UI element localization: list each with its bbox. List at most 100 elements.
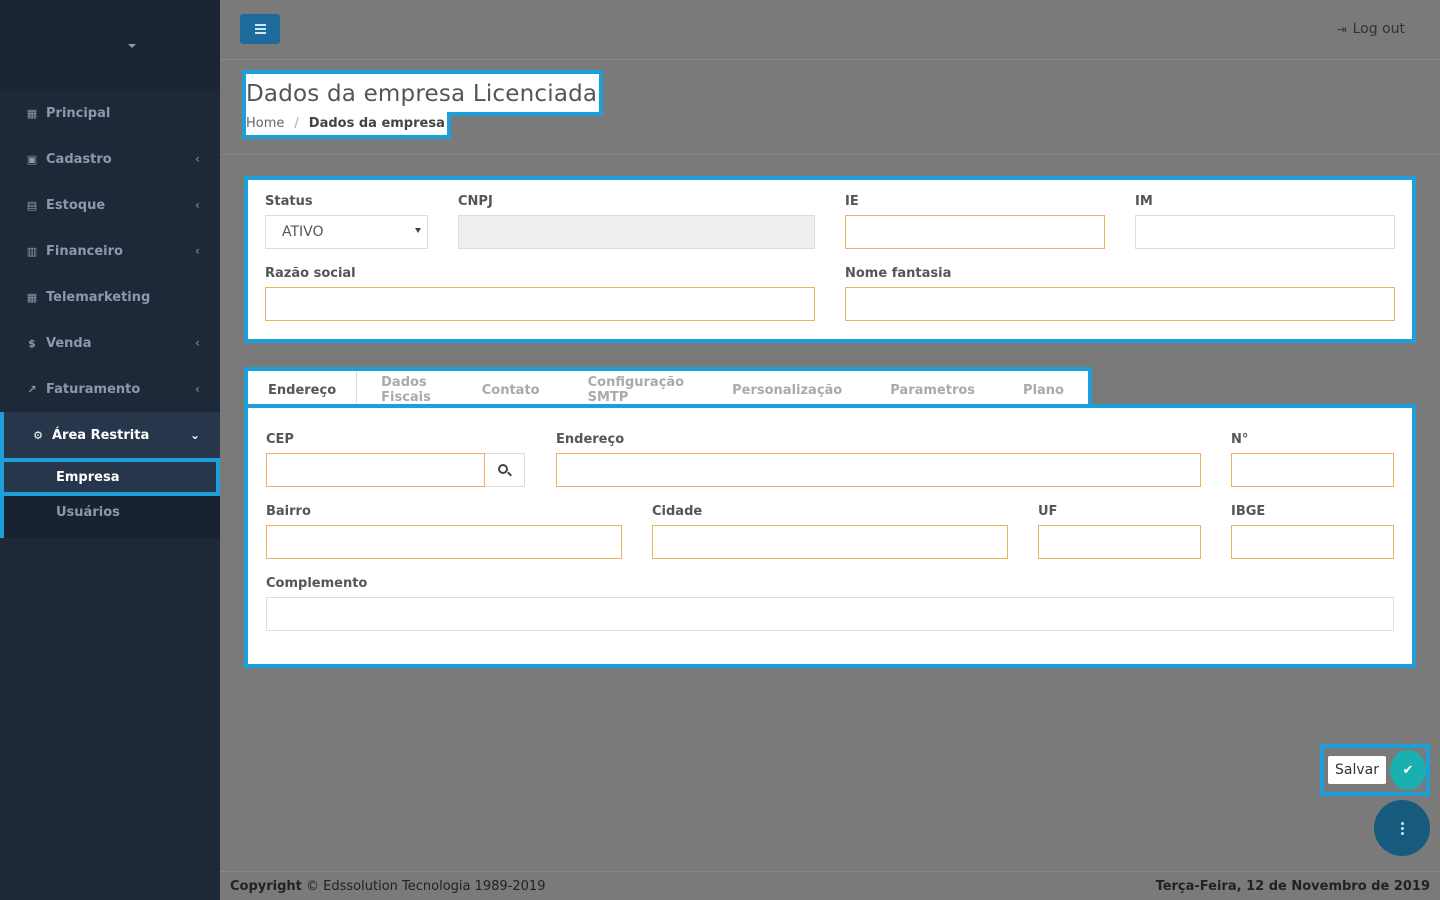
sidebar-item-label: Financeiro (46, 243, 123, 259)
sidebar-subitem-usuarios[interactable]: Usuários (4, 496, 220, 528)
sidebar-item-label: Área Restrita (52, 427, 150, 443)
ellipsis-vertical-icon (1400, 821, 1404, 825)
bank-icon: ▥ (26, 244, 38, 258)
main-content: ⇥ Log out Dados da empresa Licenciada Ho… (220, 0, 1440, 900)
breadcrumb-home[interactable]: Home (246, 116, 284, 131)
sidebar: ▦ Principal ▣ Cadastro ‹ ▤ Estoque ‹ ▥ F… (0, 0, 220, 900)
breadcrumb: Home / Dados da empresa (242, 112, 451, 139)
calendar-icon: ▦ (26, 290, 38, 304)
sidebar-item-faturamento[interactable]: ↗ Faturamento ‹ (0, 366, 220, 412)
caret-down-icon[interactable] (128, 44, 136, 48)
dollar-icon: $ (28, 336, 36, 350)
dropdown-arrow-icon (415, 228, 421, 233)
status-label: Status (265, 194, 313, 209)
chart-line-icon: ↗ (27, 382, 37, 396)
cnpj-field: CNPJ (458, 194, 815, 249)
save-button[interactable]: ✔ (1389, 750, 1426, 790)
uf-field: UF (1038, 504, 1201, 559)
bairro-input[interactable] (266, 525, 622, 559)
breadcrumb-separator: / (294, 116, 299, 131)
logout-link[interactable]: ⇥ Log out (1337, 21, 1405, 37)
chevron-left-icon: ‹ (195, 336, 200, 350)
sidebar-item-label: Estoque (46, 197, 106, 213)
status-field: Status ATIVO (265, 194, 428, 249)
uf-label: UF (1038, 504, 1058, 519)
page-title: Dados da empresa Licenciada (246, 81, 598, 107)
sidebar-item-estoque[interactable]: ▤ Estoque ‹ (0, 182, 220, 228)
numero-label: N° (1231, 432, 1249, 447)
sidebar-user-area[interactable] (0, 0, 220, 90)
status-value: ATIVO (282, 224, 324, 240)
save-label[interactable]: Salvar (1328, 756, 1386, 784)
complemento-label: Complemento (266, 576, 368, 591)
nome-fantasia-label: Nome fantasia (845, 266, 952, 281)
ie-input[interactable] (845, 215, 1105, 249)
sidebar-item-area-restrita[interactable]: ⚙ Área Restrita ⌄ (0, 412, 220, 458)
chevron-left-icon: ‹ (195, 152, 200, 166)
cep-label: CEP (266, 432, 294, 447)
cidade-label: Cidade (652, 504, 703, 519)
copyright: Copyright © Edssolution Tecnologia 1989-… (230, 879, 545, 894)
sidebar-item-label: Venda (46, 335, 92, 351)
cep-search-button[interactable] (485, 453, 525, 487)
chevron-left-icon: ‹ (195, 382, 200, 396)
sidebar-item-cadastro[interactable]: ▣ Cadastro ‹ (0, 136, 220, 182)
endereco-field: Endereço (556, 432, 1201, 487)
address-form-panel: CEP Endereço N° Bairro Cidade UF IBGE Co… (244, 404, 1416, 668)
cep-field: CEP (266, 432, 525, 487)
numero-field: N° (1231, 432, 1394, 487)
sidebar-nav: ▦ Principal ▣ Cadastro ‹ ▤ Estoque ‹ ▥ F… (0, 90, 220, 458)
cep-input[interactable] (266, 453, 485, 487)
ibge-label: IBGE (1231, 504, 1266, 519)
sidebar-item-telemarketing[interactable]: ▦ Telemarketing (0, 274, 220, 320)
box-icon: ▤ (26, 198, 38, 212)
uf-input[interactable] (1038, 525, 1201, 559)
endereco-input[interactable] (556, 453, 1201, 487)
menu-toggle-button[interactable] (240, 14, 280, 44)
chevron-down-icon: ⌄ (189, 428, 200, 442)
ibge-field: IBGE (1231, 504, 1394, 559)
nome-fantasia-field: Nome fantasia (845, 266, 1395, 321)
breadcrumb-current: Dados da empresa (308, 116, 445, 131)
im-field: IM (1135, 194, 1395, 249)
sidebar-submenu: Empresa Usuários (0, 458, 220, 538)
cnpj-label: CNPJ (458, 194, 493, 209)
footer-date: Terça-Feira, 12 de Novembro de 2019 (1155, 878, 1430, 894)
footer: Copyright © Edssolution Tecnologia 1989-… (220, 871, 1440, 900)
cep-input-group (266, 453, 525, 487)
sidebar-item-principal[interactable]: ▦ Principal (0, 90, 220, 136)
ie-label: IE (845, 194, 859, 209)
im-input[interactable] (1135, 215, 1395, 249)
razao-social-label: Razão social (265, 266, 356, 281)
sidebar-subitem-empresa[interactable]: Empresa (0, 458, 220, 496)
sidebar-item-label: Telemarketing (46, 289, 151, 305)
sidebar-item-label: Faturamento (46, 381, 141, 397)
ibge-input[interactable] (1231, 525, 1394, 559)
ie-field: IE (845, 194, 1105, 249)
grid-icon: ▦ (26, 106, 38, 120)
endereco-label: Endereço (556, 432, 625, 447)
page-header: Dados da empresa Licenciada Home / Dados… (220, 60, 1440, 155)
sidebar-item-venda[interactable]: $ Venda ‹ (0, 320, 220, 366)
cnpj-input[interactable] (458, 215, 815, 249)
logout-label: Log out (1352, 21, 1405, 37)
sidebar-item-financeiro[interactable]: ▥ Financeiro ‹ (0, 228, 220, 274)
page-title-box: Dados da empresa Licenciada (242, 70, 604, 116)
copyright-bold: Copyright (230, 878, 302, 894)
cidade-field: Cidade (652, 504, 1008, 559)
cidade-input[interactable] (652, 525, 1008, 559)
cogs-icon: ⚙ (33, 428, 43, 442)
complemento-input[interactable] (266, 597, 1394, 631)
chevron-left-icon: ‹ (195, 198, 200, 212)
more-actions-button[interactable] (1374, 800, 1430, 856)
nome-fantasia-input[interactable] (845, 287, 1395, 321)
numero-input[interactable] (1231, 453, 1394, 487)
copyright-text: © Edssolution Tecnologia 1989-2019 (301, 878, 546, 894)
razao-social-input[interactable] (265, 287, 815, 321)
chevron-left-icon: ‹ (195, 244, 200, 258)
save-action: Salvar ✔ (1320, 744, 1430, 796)
company-form-panel: Status ATIVO CNPJ IE IM Razão social Nom… (244, 176, 1416, 343)
status-select[interactable]: ATIVO (265, 215, 428, 249)
topbar: ⇥ Log out (220, 0, 1440, 60)
tab-bar: Endereço Dados Fiscais Contato Configura… (244, 367, 1092, 409)
